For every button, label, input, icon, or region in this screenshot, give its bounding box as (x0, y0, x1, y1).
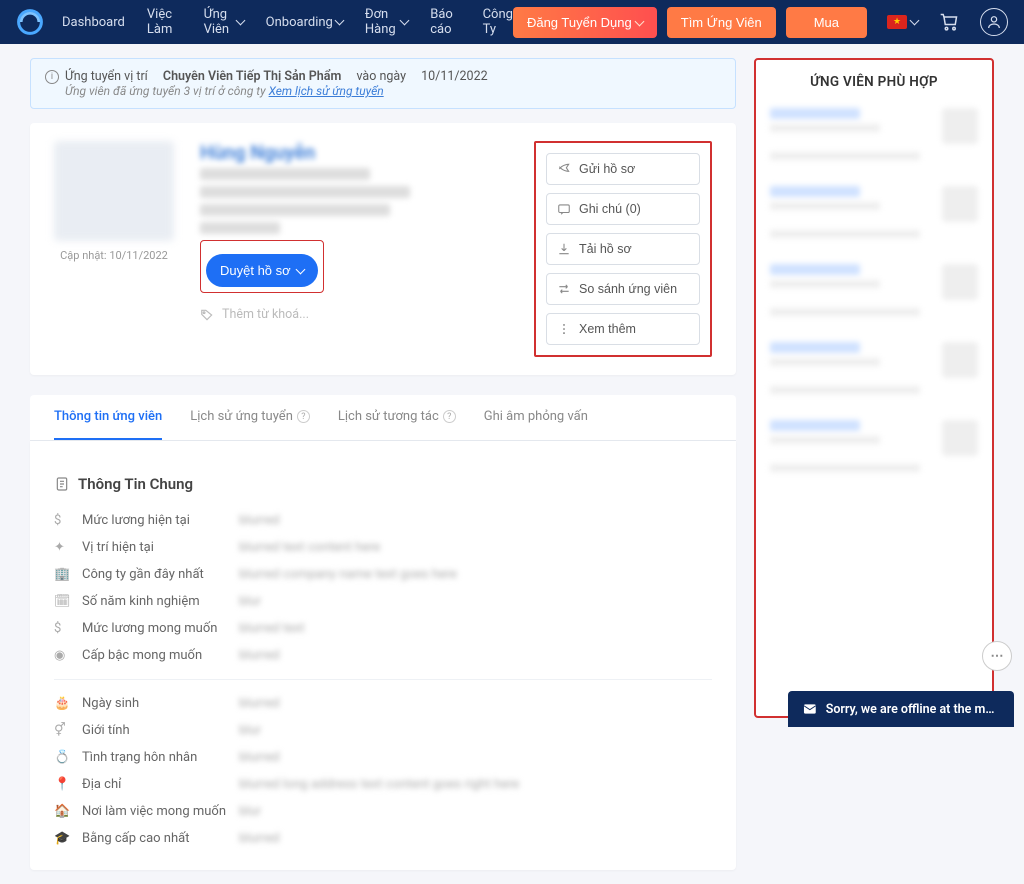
field-gender: Giới tính (82, 723, 227, 738)
application-alert: i Ứng tuyển vị trí Chuyên Viên Tiếp Thị … (30, 58, 736, 109)
gender-icon: ⚥ (54, 723, 70, 738)
cart-icon[interactable] (936, 9, 962, 35)
add-keyword[interactable]: Thêm từ khoá... (200, 307, 508, 322)
nav-dashboard[interactable]: Dashboard (62, 15, 125, 30)
approve-button[interactable]: Duyệt hồ sơ (206, 254, 318, 287)
blurred-title (200, 168, 370, 180)
field-education: Bằng cấp cao nhất (82, 831, 227, 846)
note-icon (557, 202, 571, 216)
doc-icon (54, 476, 70, 492)
field-level: Cấp bậc mong muốn (82, 648, 227, 663)
matching-panel: ỨNG VIÊN PHÙ HỢP (754, 58, 994, 718)
nav-orders[interactable]: Đơn Hàng (365, 7, 408, 37)
tab-info[interactable]: Thông tin ứng viên (54, 395, 162, 440)
field-address: Địa chỉ (82, 777, 227, 792)
download-icon (557, 242, 571, 256)
blurred-extra (200, 222, 280, 234)
match-item[interactable] (770, 108, 978, 160)
note-button[interactable]: Ghi chú (0) (546, 193, 700, 225)
chevron-down-icon (401, 15, 408, 30)
chevron-down-icon (297, 263, 304, 278)
match-item[interactable] (770, 342, 978, 394)
candidate-name: Hùng Nguyễn (200, 141, 508, 164)
chevron-down-icon (636, 15, 643, 30)
chevron-down-icon (237, 15, 244, 30)
buy-button[interactable]: Mua (786, 7, 867, 38)
compare-icon (557, 282, 571, 296)
flag-vn-icon (887, 15, 907, 29)
tab-history[interactable]: Lịch sử ứng tuyển? (190, 395, 310, 440)
floating-more-button[interactable]: ⋯ (982, 641, 1012, 671)
highlight-box: Duyệt hồ sơ (200, 240, 324, 293)
field-current-salary: Mức lương hiện tại (82, 513, 227, 528)
field-workplace: Nơi làm việc mong muốn (82, 804, 227, 819)
post-job-button[interactable]: Đăng Tuyển Dụng (513, 7, 657, 38)
match-item[interactable] (770, 420, 978, 472)
download-button[interactable]: Tải hồ sơ (546, 233, 700, 265)
chevron-down-icon (336, 15, 343, 30)
field-dob: Ngày sinh (82, 696, 227, 711)
tabs: Thông tin ứng viên Lịch sử ứng tuyển? Lị… (30, 395, 736, 441)
dob-icon: 🎂 (54, 696, 70, 711)
more-icon (557, 322, 571, 336)
match-item[interactable] (770, 186, 978, 238)
marital-icon: 💍 (54, 750, 70, 765)
matching-title: ỨNG VIÊN PHÙ HỢP (770, 74, 978, 90)
nav-company[interactable]: Công Ty (483, 7, 513, 37)
field-current-position: Vị trí hiện tại (82, 540, 227, 555)
desired-salary-icon: $ (54, 621, 70, 636)
updated-caption: Cập nhật: 10/11/2022 (54, 249, 174, 262)
chevron-down-icon (911, 15, 918, 30)
section-general: Thông Tin Chung (54, 459, 712, 507)
position-icon: ✦ (54, 540, 70, 555)
nav-reports[interactable]: Báo cáo (430, 7, 460, 37)
send-profile-button[interactable]: Gửi hồ sơ (546, 153, 700, 185)
history-link[interactable]: Xem lịch sử ứng tuyển (269, 84, 384, 98)
field-desired-salary: Mức lương mong muốn (82, 621, 227, 636)
chat-widget[interactable]: Sorry, we are offline at the mo... (788, 691, 1014, 727)
exp-icon: 🗓 (54, 594, 70, 609)
nav-candidates[interactable]: Ứng Viên (204, 7, 244, 37)
blurred-email (200, 204, 390, 216)
level-icon: ◉ (54, 648, 70, 663)
tab-interaction[interactable]: Lịch sử tương tác? (338, 395, 456, 440)
info-icon: i (45, 70, 59, 84)
salary-icon: $ (54, 513, 70, 528)
company-icon: 🏢 (54, 567, 70, 582)
language-switch[interactable] (887, 15, 918, 30)
blurred-rating (200, 186, 410, 198)
match-item[interactable] (770, 264, 978, 316)
find-candidate-button[interactable]: Tìm Ứng Viên (667, 7, 776, 38)
more-button[interactable]: Xem thêm (546, 313, 700, 345)
tag-icon (200, 308, 214, 322)
nav-jobs[interactable]: Việc Làm (147, 7, 182, 37)
user-menu[interactable] (980, 8, 1008, 36)
help-icon: ? (443, 410, 456, 423)
nav-onboarding[interactable]: Onboarding (266, 15, 343, 30)
address-icon: 📍 (54, 777, 70, 792)
logo[interactable] (16, 8, 44, 36)
workplace-icon: 🏠 (54, 804, 70, 819)
compare-button[interactable]: So sánh ứng viên (546, 273, 700, 305)
mail-icon (802, 701, 818, 717)
education-icon: 🎓 (54, 831, 70, 846)
share-icon (557, 162, 571, 176)
field-company: Công ty gần đây nhất (82, 567, 227, 582)
actions-panel: Gửi hồ sơ Ghi chú (0) Tải hồ sơ So sánh … (534, 141, 712, 357)
help-icon: ? (297, 410, 310, 423)
field-experience: Số năm kinh nghiệm (82, 594, 227, 609)
field-marital: Tình trạng hôn nhân (82, 750, 227, 765)
tab-recording[interactable]: Ghi âm phỏng vấn (484, 395, 588, 440)
chat-status: Sorry, we are offline at the mo... (826, 702, 1000, 717)
candidate-avatar (54, 141, 174, 241)
